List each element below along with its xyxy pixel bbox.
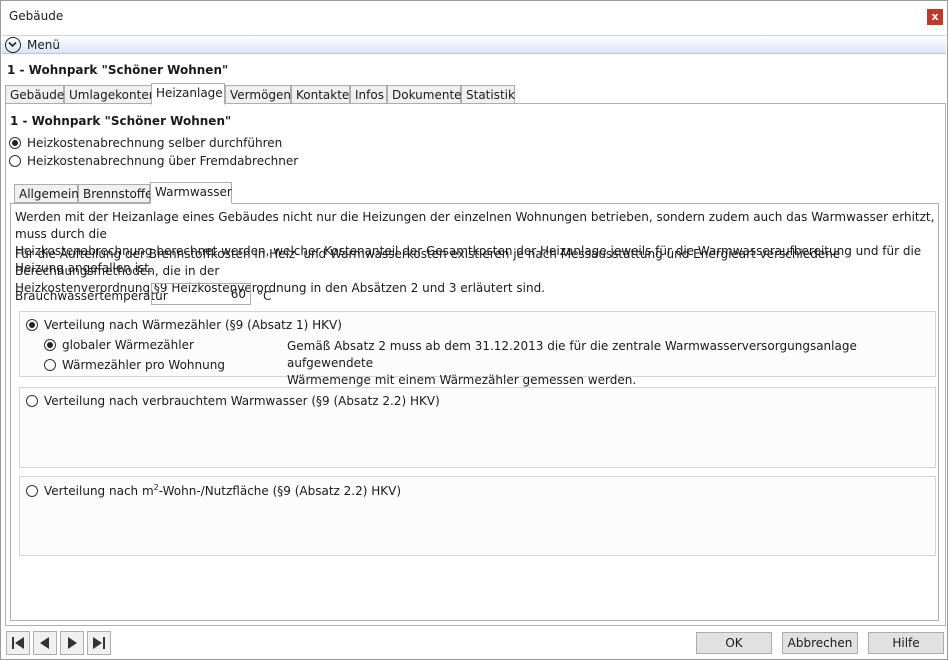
temperature-input[interactable]: 60 <box>151 283 251 305</box>
radio-selected-icon[interactable] <box>9 137 21 149</box>
ok-button[interactable]: OK <box>696 632 772 654</box>
window-title: Gebäude <box>9 9 64 23</box>
option-warmwasser-verbrauch-label: Verteilung nach verbrauchtem Warmwasser … <box>44 394 440 408</box>
page-title: 1 - Wohnpark "Schöner Wohnen" <box>7 63 229 77</box>
tab-dokumente[interactable]: Dokumente <box>387 85 462 104</box>
footer: OK Abbrechen Hilfe <box>2 628 946 659</box>
heizanlage-panel: 1 - Wohnpark "Schöner Wohnen" Heizkosten… <box>5 103 946 626</box>
temperature-label: Brauchwassertemperatur <box>15 289 168 303</box>
billing-option-self-label: Heizkostenabrechnung selber durchführen <box>27 136 283 150</box>
method-line-1: Für die Aufteilung der Brennstoffkosten … <box>15 247 841 278</box>
option-global-meter-label: globaler Wärmezähler <box>62 338 194 352</box>
option-wohnflaeche-label: Verteilung nach m2-Wohn-/Nutzfläche (§9 … <box>44 483 402 498</box>
note-line-1: Gemäß Absatz 2 muss ab dem 31.12.2013 di… <box>287 339 857 370</box>
window: Gebäude x Menü 1 - Wohnpark "Schöner Woh… <box>0 0 948 660</box>
tab-allgemein[interactable]: Allgemein <box>14 184 79 203</box>
tab-infos[interactable]: Infos <box>350 85 387 104</box>
first-icon[interactable] <box>6 631 30 655</box>
tab-statistik[interactable]: Statistik <box>461 85 515 104</box>
radio-icon[interactable] <box>26 485 38 497</box>
tab-umlagekonten[interactable]: Umlagekonten <box>64 85 156 104</box>
close-button[interactable]: x <box>927 9 943 25</box>
option-wohnflaeche[interactable]: Verteilung nach m2-Wohn-/Nutzfläche (§9 … <box>26 483 401 499</box>
tab-vermoegen[interactable]: Vermögen <box>225 85 291 104</box>
radio-icon[interactable] <box>44 359 56 371</box>
radio-selected-icon[interactable] <box>44 339 56 351</box>
group-warmwasser-verbrauch: Verteilung nach verbrauchtem Warmwasser … <box>19 387 936 468</box>
waermezaehler-note: Gemäß Absatz 2 muss ab dem 31.12.2013 di… <box>287 338 887 389</box>
billing-option-self[interactable]: Heizkostenabrechnung selber durchführen <box>9 136 282 152</box>
tab-heizanlage[interactable]: Heizanlage <box>151 83 225 105</box>
panel-subheader: 1 - Wohnpark "Schöner Wohnen" <box>10 114 232 128</box>
billing-option-external[interactable]: Heizkostenabrechnung über Fremdabrechner <box>9 154 298 170</box>
chevron-down-icon[interactable] <box>5 37 21 53</box>
tab-warmwasser[interactable]: Warmwasser <box>150 182 232 204</box>
option-warmwasser-verbrauch[interactable]: Verteilung nach verbrauchtem Warmwasser … <box>26 394 440 410</box>
tab-kontakte[interactable]: Kontakte <box>291 85 350 104</box>
help-button[interactable]: Hilfe <box>868 632 944 654</box>
option-waermezaehler-label: Verteilung nach Wärmezähler (§9 (Absatz … <box>44 318 342 332</box>
option-meter-per-flat[interactable]: Wärmezähler pro Wohnung <box>44 358 225 374</box>
billing-option-external-label: Heizkostenabrechnung über Fremdabrechner <box>27 154 299 168</box>
previous-icon[interactable] <box>33 631 57 655</box>
menu-label[interactable]: Menü <box>27 38 60 52</box>
radio-icon[interactable] <box>26 395 38 407</box>
cancel-button[interactable]: Abbrechen <box>782 632 858 654</box>
intro-line-1: Werden mit der Heizanlage eines Gebäudes… <box>15 210 935 241</box>
next-icon[interactable] <box>60 631 84 655</box>
last-icon[interactable] <box>87 631 111 655</box>
tab-gebaeude[interactable]: Gebäude <box>5 85 64 104</box>
group-wohnflaeche: Verteilung nach m2-Wohn-/Nutzfläche (§9 … <box>19 476 936 556</box>
group-waermezaehler: Verteilung nach Wärmezähler (§9 (Absatz … <box>19 311 936 387</box>
option-meter-per-flat-label: Wärmezähler pro Wohnung <box>62 358 225 372</box>
tab-brennstoffe[interactable]: Brennstoffe <box>78 184 152 203</box>
menu-bar[interactable]: Menü <box>2 35 946 54</box>
option-global-meter[interactable]: globaler Wärmezähler <box>44 338 194 354</box>
warmwasser-panel: Werden mit der Heizanlage eines Gebäudes… <box>10 203 939 621</box>
titlebar: Gebäude x <box>1 1 947 33</box>
temperature-unit: °C <box>257 289 272 303</box>
radio-icon[interactable] <box>9 155 21 167</box>
radio-selected-icon[interactable] <box>26 319 38 331</box>
option-waermezaehler[interactable]: Verteilung nach Wärmezähler (§9 (Absatz … <box>26 318 342 334</box>
